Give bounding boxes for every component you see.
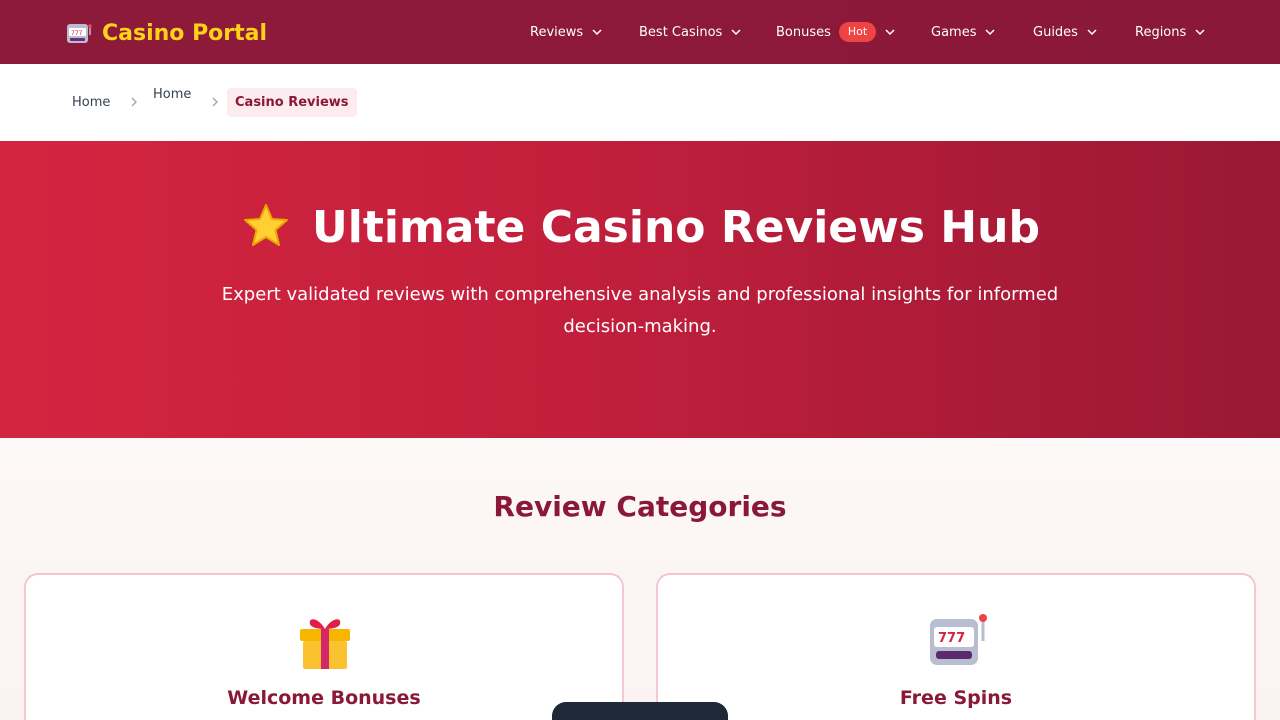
nav-guides[interactable]: Guides xyxy=(1033,0,1098,64)
page-title: Ultimate Casino Reviews Hub xyxy=(0,201,1280,253)
chevron-right-icon xyxy=(212,97,218,107)
star-icon xyxy=(244,204,289,246)
nav-regions-label: Regions xyxy=(1135,24,1187,40)
card-title: Free Spins xyxy=(899,687,1013,709)
chevron-down-icon xyxy=(1087,29,1097,36)
chevron-down-icon xyxy=(1195,29,1205,36)
breadcrumb: Home Home Casino Reviews xyxy=(0,64,1280,141)
floating-toolbar[interactable] xyxy=(552,702,728,720)
slot-machine-icon: 777 xyxy=(67,24,92,43)
nav-reviews-label: Reviews xyxy=(530,24,584,40)
svg-text:777: 777 xyxy=(71,30,83,37)
nav-games[interactable]: Games xyxy=(931,0,996,64)
nav-reviews[interactable]: Reviews xyxy=(530,0,603,64)
logo-text: Casino Portal xyxy=(102,20,268,46)
top-navbar: 777 Casino Portal Reviews Best Casinos B… xyxy=(0,0,1280,64)
nav-regions[interactable]: Regions xyxy=(1135,0,1206,64)
card-title: Welcome Bonuses xyxy=(227,687,421,709)
nav-best-casinos[interactable]: Best Casinos xyxy=(639,0,742,64)
chevron-down-icon xyxy=(885,29,895,36)
chevron-right-icon xyxy=(131,97,137,107)
chevron-down-icon xyxy=(592,29,602,36)
nav-bonuses-label: Bonuses xyxy=(776,24,831,40)
breadcrumb-current-label: Casino Reviews xyxy=(235,95,349,110)
nav-guides-label: Guides xyxy=(1033,24,1078,40)
hero-banner: Ultimate Casino Reviews Hub Expert valid… xyxy=(0,141,1280,438)
nav-bonuses[interactable]: Bonuses Hot xyxy=(776,0,896,64)
category-card-free-spins[interactable]: 777 Free Spins xyxy=(656,573,1256,720)
category-card-welcome-bonuses[interactable]: Welcome Bonuses xyxy=(24,573,624,720)
gift-icon xyxy=(300,619,350,669)
review-categories-section: Review Categories Welcome Bonuses 777 Fr… xyxy=(0,438,1280,720)
slot-machine-icon: 777 xyxy=(930,614,987,665)
hot-badge: Hot xyxy=(838,22,877,42)
breadcrumb-home-link[interactable]: Home xyxy=(72,95,110,110)
breadcrumb-current: Casino Reviews xyxy=(227,88,357,117)
breadcrumb-home-link-2[interactable]: Home xyxy=(153,87,191,102)
hero-subtitle: Expert validated reviews with comprehens… xyxy=(221,284,1059,337)
nav-games-label: Games xyxy=(931,24,977,40)
svg-text:777: 777 xyxy=(938,631,965,646)
section-title: Review Categories xyxy=(493,490,787,523)
page-title-text: Ultimate Casino Reviews Hub xyxy=(312,201,1040,253)
chevron-down-icon xyxy=(731,29,741,36)
chevron-down-icon xyxy=(985,29,996,36)
site-logo[interactable]: 777 Casino Portal xyxy=(66,18,267,48)
nav-best-casinos-label: Best Casinos xyxy=(639,24,723,40)
